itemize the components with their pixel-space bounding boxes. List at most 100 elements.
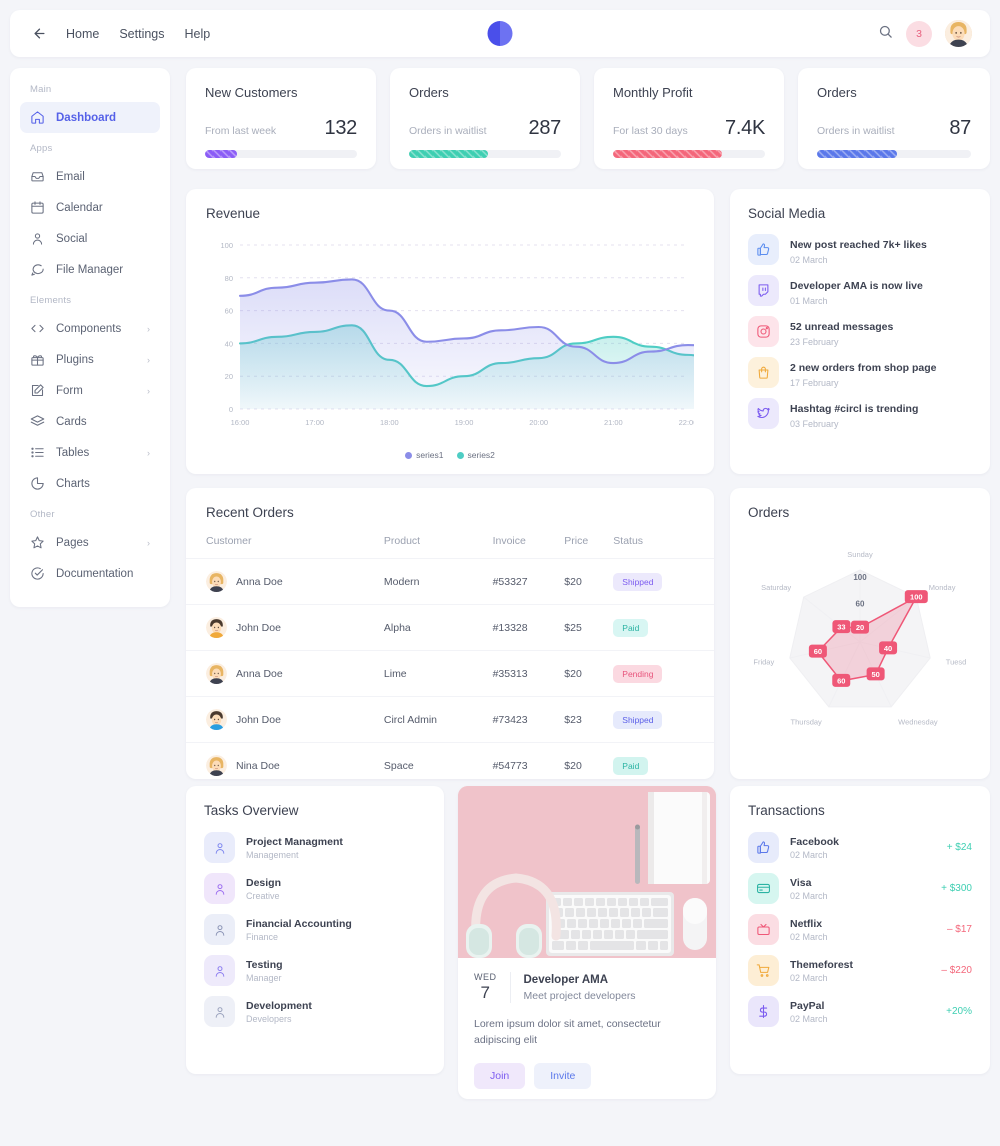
event-actions: Join Invite xyxy=(474,1062,700,1089)
task-list-item[interactable]: Design Creative xyxy=(204,873,426,904)
top-header: Home Settings Help 3 xyxy=(10,10,990,57)
sidebar-item-email[interactable]: Email xyxy=(20,161,160,192)
task-subtitle: Developers xyxy=(246,1013,292,1024)
transaction-date: 02 March xyxy=(790,972,828,983)
cell-customer: Anna Doe xyxy=(186,558,384,605)
svg-text:100: 100 xyxy=(220,241,233,250)
cell-product: Modern xyxy=(383,558,493,605)
cell-product: Circl Admin xyxy=(383,696,493,743)
progress-track xyxy=(817,150,971,158)
svg-text:20: 20 xyxy=(856,623,864,632)
transaction-list-item[interactable]: Visa 02 March + $300 xyxy=(748,873,972,904)
sidebar-item-pages[interactable]: Pages › xyxy=(20,527,160,558)
transaction-list-item[interactable]: PayPal 02 March +20% xyxy=(748,996,972,1027)
avatar[interactable] xyxy=(945,20,972,47)
transaction-name: Netflix xyxy=(790,917,823,930)
transaction-list-item[interactable]: Facebook 02 March + $24 xyxy=(748,832,972,863)
orders-table: Customer Product Invoice Price Status Anna D… xyxy=(186,535,714,788)
social-list-item[interactable]: 2 new orders from shop page 17 February xyxy=(748,357,972,388)
progress-fill xyxy=(205,150,237,158)
search-icon[interactable] xyxy=(878,24,893,44)
stat-value: 287 xyxy=(528,117,562,139)
task-list-item[interactable]: Financial Accounting Finance xyxy=(204,914,426,945)
stat-title: Orders xyxy=(409,85,449,100)
sidebar-item-label: Social xyxy=(56,232,88,245)
social-media-card: Social Media New post reached 7k+ likes 0… xyxy=(730,189,990,474)
transaction-list-item[interactable]: Netflix 02 March – $17 xyxy=(748,914,972,945)
table-row[interactable]: John Doe Circl Admin #73423 $23 Shipped xyxy=(186,696,714,743)
chevron-right-icon: › xyxy=(147,447,150,458)
legend-item-series2[interactable]: series2 xyxy=(456,450,495,460)
social-list-item[interactable]: New post reached 7k+ likes 02 March xyxy=(748,234,972,265)
notification-badge[interactable]: 3 xyxy=(906,20,932,47)
sidebar-item-social[interactable]: Social xyxy=(20,223,160,254)
svg-text:50: 50 xyxy=(871,670,879,679)
svg-text:Monday: Monday xyxy=(929,583,956,592)
svg-text:Tuesd: Tuesd xyxy=(946,658,967,667)
transaction-name: Visa xyxy=(790,876,812,889)
stat-card-orders-waitlist: Orders Orders in waitlist 287 xyxy=(390,68,580,169)
task-list-item[interactable]: Testing Manager xyxy=(204,955,426,986)
stat-value: 7.4K xyxy=(725,117,765,139)
transaction-date: 02 March xyxy=(790,931,828,942)
legend-item-series1[interactable]: series1 xyxy=(405,450,444,460)
sidebar-group-label: Other xyxy=(30,509,55,520)
nav-link-settings[interactable]: Settings xyxy=(119,27,164,41)
stat-subtitle: For last 30 days xyxy=(613,125,688,137)
circl-logo[interactable] xyxy=(487,21,513,46)
task-list-item[interactable]: Project Managment Management xyxy=(204,832,426,863)
pie-chart-icon xyxy=(30,476,45,491)
task-subtitle: Creative xyxy=(246,890,280,901)
sidebar-item-label: File Manager xyxy=(56,263,124,276)
nav-link-help[interactable]: Help xyxy=(185,27,211,41)
nav-link-home[interactable]: Home xyxy=(66,27,99,41)
table-row[interactable]: Nina Doe Space #54773 $20 Paid xyxy=(186,742,714,788)
task-subtitle: Finance xyxy=(246,931,279,942)
sidebar-item-label: Tables xyxy=(56,446,90,459)
arrow-left-icon[interactable] xyxy=(28,23,50,45)
calendar-icon xyxy=(30,200,45,215)
transaction-amount: – $17 xyxy=(946,924,972,935)
stat-subtitle: Orders in waitlist xyxy=(409,125,487,137)
transaction-list-item[interactable]: Themeforest 02 March – $220 xyxy=(748,955,972,986)
sidebar-item-plugins[interactable]: Plugins › xyxy=(20,344,160,375)
twitch-icon xyxy=(748,275,779,306)
table-row[interactable]: Anna Doe Lime #35313 $20 Pending xyxy=(186,650,714,697)
user-icon xyxy=(204,996,235,1027)
sidebar-item-label: Form xyxy=(56,384,83,397)
invite-button[interactable]: Invite xyxy=(534,1062,592,1089)
sidebar-item-charts[interactable]: Charts xyxy=(20,468,160,499)
svg-text:Saturday: Saturday xyxy=(761,583,791,592)
table-row[interactable]: John Doe Alpha #13328 $25 Paid xyxy=(186,604,714,651)
sidebar-item-tables[interactable]: Tables › xyxy=(20,437,160,468)
sidebar-item-label: Components xyxy=(56,322,122,335)
sidebar-item-cards[interactable]: Cards xyxy=(20,406,160,437)
user-icon xyxy=(204,955,235,986)
thumbs-up-icon xyxy=(748,832,779,863)
sidebar-item-form[interactable]: Form › xyxy=(20,375,160,406)
stat-card-orders: Orders Orders in waitlist 87 xyxy=(798,68,990,169)
sidebar-item-calendar[interactable]: Calendar xyxy=(20,192,160,223)
social-item-date: 03 February xyxy=(790,418,839,429)
stat-value: 132 xyxy=(324,117,358,139)
tasks-list: Project Managment Management Design Creativ… xyxy=(204,832,426,1027)
sidebar-item-components[interactable]: Components › xyxy=(20,313,160,344)
sidebar-item-documentation[interactable]: Documentation xyxy=(20,558,160,589)
join-button[interactable]: Join xyxy=(474,1062,526,1089)
table-row[interactable]: Anna Doe Modern #53327 $20 Shipped xyxy=(186,558,714,605)
svg-text:17:00: 17:00 xyxy=(305,418,324,427)
social-list-item[interactable]: Developer AMA is now live 01 March xyxy=(748,275,972,306)
sidebar-item-file-manager[interactable]: File Manager xyxy=(20,254,160,285)
twitter-icon xyxy=(748,398,779,429)
transaction-amount: – $220 xyxy=(941,965,972,976)
social-list-item[interactable]: 52 unread messages 23 February xyxy=(748,316,972,347)
sidebar-item-label: Charts xyxy=(56,477,90,490)
task-subtitle: Management xyxy=(246,849,299,860)
recent-orders-card: Recent Orders Customer Product Invoice Pric… xyxy=(186,488,714,788)
social-list-item[interactable]: Hashtag #circl is trending 03 February xyxy=(748,398,972,429)
task-list-item[interactable]: Development Developers xyxy=(204,996,426,1027)
sidebar-item-dashboard[interactable]: Dashboard xyxy=(20,102,160,133)
status-badge: Shipped xyxy=(613,572,663,591)
table-column-header: Customer xyxy=(206,535,252,547)
social-item-date: 02 March xyxy=(790,254,828,265)
